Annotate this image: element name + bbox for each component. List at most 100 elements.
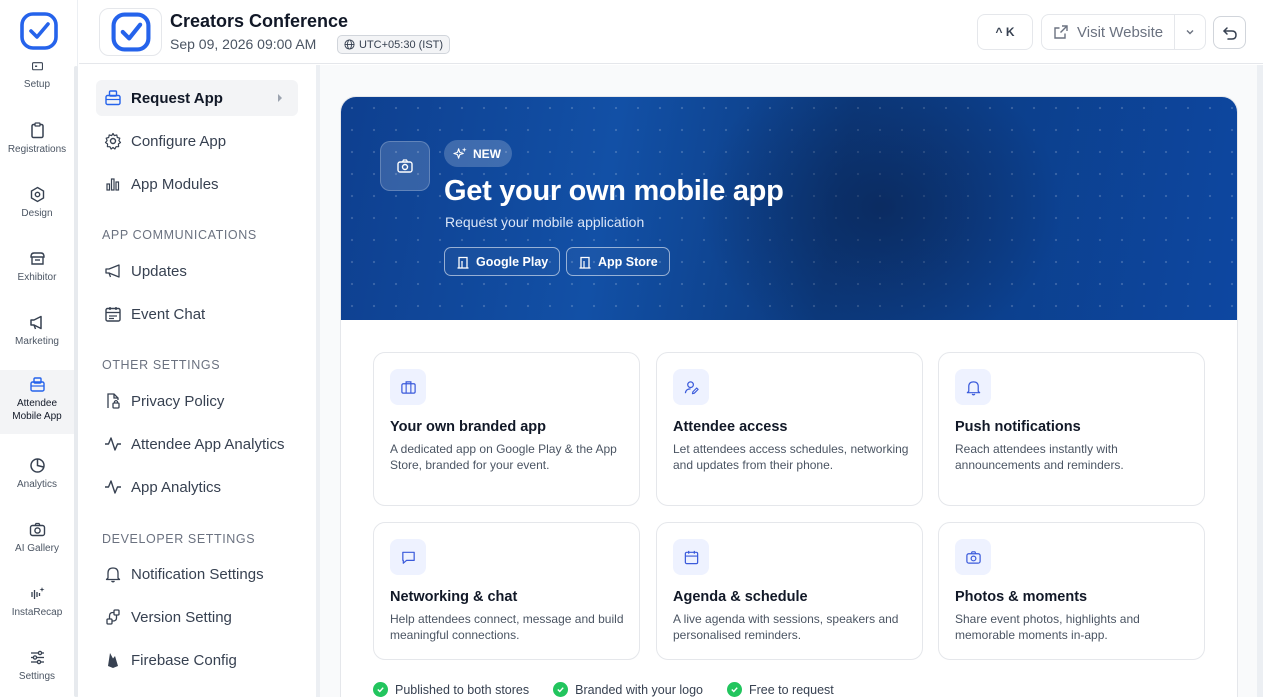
rail-item-instarecap[interactable]: InstaRecap — [0, 585, 74, 625]
user-edit-icon — [684, 380, 699, 394]
sliders-icon — [30, 650, 44, 665]
feature-icon-tile — [390, 369, 426, 405]
timezone-badge: UTC+05:30 (IST) — [337, 35, 451, 54]
nav-label: Configure App — [131, 132, 227, 150]
bar-chart-icon — [106, 178, 120, 191]
camera-icon — [397, 159, 413, 173]
new-badge-label: NEW — [473, 146, 501, 161]
feature-icon-tile — [955, 539, 991, 575]
undo-icon — [1222, 26, 1237, 40]
rail-label: AI Gallery — [15, 543, 59, 554]
rail-label: Mobile App — [12, 411, 62, 422]
nav-firebase-config[interactable]: Firebase Config — [96, 642, 298, 678]
request-app-icon — [105, 90, 121, 106]
feature-card-attendee-access: Attendee access Let attendees access sch… — [656, 352, 923, 506]
request-app-card: NEW Get your own mobile app Request your… — [340, 96, 1238, 697]
feature-card-push-notifications: Push notifications Reach attendees insta… — [938, 352, 1205, 506]
nav-updates[interactable]: Updates — [96, 253, 298, 289]
feature-card-branded-app: Your own branded app A dedicated app on … — [373, 352, 640, 506]
benefit-item: Free to request — [726, 682, 834, 697]
feature-title: Photos & moments — [955, 589, 1088, 605]
calendar-icon — [684, 550, 698, 564]
app-store-label: App Store — [598, 254, 658, 269]
rail-item-registrations[interactable]: Registrations — [0, 122, 74, 162]
briefcase-icon — [400, 380, 416, 394]
rail-item-marketing[interactable]: Marketing — [0, 314, 74, 354]
nav-configure-app[interactable]: Configure App — [96, 123, 298, 159]
feature-icon-tile — [673, 369, 709, 405]
nav-label: Attendee App Analytics — [131, 435, 285, 453]
event-logo-icon — [111, 12, 150, 52]
feature-icon-tile — [390, 539, 426, 575]
rail-item-attendee-mobile-app[interactable]: Attendee Mobile App — [0, 370, 74, 434]
nav-app-modules[interactable]: App Modules — [96, 166, 298, 202]
feature-icon-tile — [673, 539, 709, 575]
event-logo[interactable] — [99, 8, 162, 56]
camera-icon — [29, 522, 45, 537]
rail-label: Registrations — [7, 144, 67, 155]
rail-item-ai-gallery[interactable]: AI Gallery — [0, 521, 74, 561]
camera-icon — [965, 550, 981, 564]
clipboard-icon — [30, 122, 44, 139]
rail-label: Analytics — [16, 479, 57, 490]
rail-label: InstaRecap — [11, 607, 63, 618]
activity-icon — [105, 480, 121, 494]
section-other-settings: OTHER SETTINGS — [102, 358, 221, 372]
rail-label: Design — [21, 208, 53, 219]
google-play-button[interactable]: Google Play — [444, 247, 561, 276]
visit-website-main[interactable]: Visit Website — [1042, 15, 1175, 49]
undo-button[interactable] — [1213, 16, 1246, 49]
rail-item-setup[interactable]: Setup — [0, 62, 74, 98]
nav-label: Event Chat — [131, 305, 206, 323]
feature-description: A dedicated app on Google Play & the App… — [390, 442, 617, 472]
gear-icon — [104, 132, 122, 150]
rail-item-design[interactable]: Design — [0, 186, 74, 226]
check-circle-icon — [373, 682, 388, 697]
icon-rail: Setup Registrations Design Exhibitor Mar… — [0, 0, 78, 697]
feature-card-agenda-schedule: Agenda & schedule A live agenda with ses… — [656, 522, 923, 660]
chat-icon — [401, 551, 415, 564]
hero-banner: NEW Get your own mobile app Request your… — [341, 97, 1237, 320]
google-play-label: Google Play — [476, 254, 549, 269]
feature-title: Agenda & schedule — [673, 589, 808, 605]
rail-scrollbar[interactable] — [74, 66, 78, 697]
check-circle-icon — [553, 682, 569, 697]
rail-label: Exhibitor — [17, 272, 57, 283]
chevron-down-icon — [1186, 30, 1194, 35]
nav-attendee-app-analytics[interactable]: Attendee App Analytics — [96, 426, 298, 462]
activity-icon — [105, 437, 121, 451]
nav-privacy-policy[interactable]: Privacy Policy — [96, 383, 298, 419]
hero-subtitle: Request your mobile application — [445, 214, 645, 230]
rail-item-analytics[interactable]: Analytics — [0, 457, 74, 497]
nav-app-analytics[interactable]: App Analytics — [96, 469, 298, 505]
nav-label: App Modules — [131, 175, 219, 193]
hero-camera-tile — [380, 141, 430, 191]
megaphone-icon — [105, 264, 120, 278]
feature-card-networking-chat: Networking & chat Help attendees connect… — [373, 522, 640, 660]
check-circle-icon — [726, 682, 742, 697]
app-logo-icon[interactable] — [20, 12, 58, 50]
setup-icon — [31, 62, 43, 71]
feature-icon-tile — [955, 369, 991, 405]
nav-request-app[interactable]: Request App — [96, 80, 298, 116]
visit-website-button[interactable]: Visit Website — [1041, 14, 1206, 50]
nav-label: Version Setting — [131, 608, 232, 626]
hero-title: Get your own mobile app — [444, 175, 784, 207]
app-store-button[interactable]: App Store — [566, 247, 670, 276]
command-palette-button[interactable]: ^ K — [977, 14, 1033, 50]
feature-description: A live agenda with sessions, speakers an… — [673, 612, 899, 642]
rail-item-settings[interactable]: Settings — [0, 649, 74, 689]
visit-website-dropdown[interactable] — [1175, 27, 1205, 37]
nav-event-chat[interactable]: Event Chat — [96, 296, 298, 332]
nav-version-setting[interactable]: Version Setting — [96, 599, 298, 635]
feature-title: Your own branded app — [390, 419, 547, 435]
hero-glow — [701, 97, 1061, 320]
nav-label: Updates — [131, 262, 187, 280]
megaphone-icon — [29, 315, 42, 330]
feature-title: Attendee access — [673, 419, 788, 435]
rail-item-exhibitor[interactable]: Exhibitor — [0, 250, 74, 290]
nav-label: Request App — [131, 89, 223, 107]
section-developer-settings: DEVELOPER SETTINGS — [102, 532, 256, 546]
nav-notification-settings[interactable]: Notification Settings — [96, 556, 298, 592]
main-scrollbar[interactable] — [1257, 65, 1263, 697]
